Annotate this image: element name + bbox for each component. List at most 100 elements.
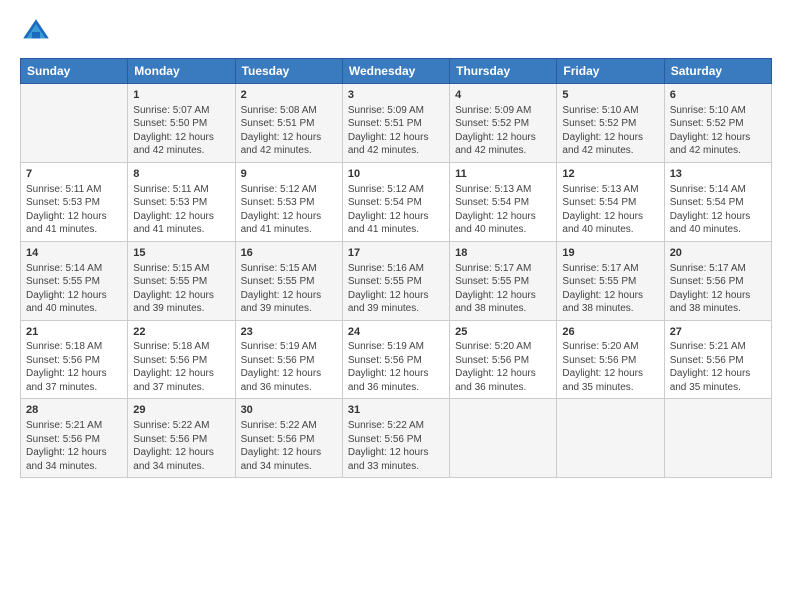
calendar-cell: 27Sunrise: 5:21 AM Sunset: 5:56 PM Dayli… [664,320,771,399]
day-info: Sunrise: 5:17 AM Sunset: 5:55 PM Dayligh… [455,262,551,316]
calendar-cell: 14Sunrise: 5:14 AM Sunset: 5:55 PM Dayli… [21,241,128,320]
day-number: 20 [670,246,766,261]
day-info: Sunrise: 5:19 AM Sunset: 5:56 PM Dayligh… [241,340,337,394]
calendar-cell: 26Sunrise: 5:20 AM Sunset: 5:56 PM Dayli… [557,320,664,399]
weekday-header-sunday: Sunday [21,59,128,84]
day-info: Sunrise: 5:08 AM Sunset: 5:51 PM Dayligh… [241,104,337,158]
calendar-cell: 18Sunrise: 5:17 AM Sunset: 5:55 PM Dayli… [450,241,557,320]
logo [20,16,56,48]
calendar-cell [450,399,557,478]
day-info: Sunrise: 5:13 AM Sunset: 5:54 PM Dayligh… [455,183,551,237]
day-number: 18 [455,246,551,261]
calendar-cell: 6Sunrise: 5:10 AM Sunset: 5:52 PM Daylig… [664,84,771,163]
day-number: 27 [670,325,766,340]
calendar-table: SundayMondayTuesdayWednesdayThursdayFrid… [20,58,772,478]
calendar-cell: 12Sunrise: 5:13 AM Sunset: 5:54 PM Dayli… [557,162,664,241]
day-info: Sunrise: 5:10 AM Sunset: 5:52 PM Dayligh… [562,104,658,158]
calendar-cell: 1Sunrise: 5:07 AM Sunset: 5:50 PM Daylig… [128,84,235,163]
day-number: 16 [241,246,337,261]
day-number: 24 [348,325,444,340]
day-info: Sunrise: 5:15 AM Sunset: 5:55 PM Dayligh… [241,262,337,316]
day-info: Sunrise: 5:22 AM Sunset: 5:56 PM Dayligh… [133,419,229,473]
weekday-row: SundayMondayTuesdayWednesdayThursdayFrid… [21,59,772,84]
calendar-cell: 23Sunrise: 5:19 AM Sunset: 5:56 PM Dayli… [235,320,342,399]
calendar-cell: 28Sunrise: 5:21 AM Sunset: 5:56 PM Dayli… [21,399,128,478]
day-info: Sunrise: 5:14 AM Sunset: 5:55 PM Dayligh… [26,262,122,316]
day-number: 8 [133,167,229,182]
day-number: 2 [241,88,337,103]
day-number: 26 [562,325,658,340]
day-number: 29 [133,403,229,418]
day-info: Sunrise: 5:11 AM Sunset: 5:53 PM Dayligh… [26,183,122,237]
day-number: 4 [455,88,551,103]
calendar-cell: 9Sunrise: 5:12 AM Sunset: 5:53 PM Daylig… [235,162,342,241]
calendar-cell [664,399,771,478]
calendar-cell: 31Sunrise: 5:22 AM Sunset: 5:56 PM Dayli… [342,399,449,478]
day-info: Sunrise: 5:17 AM Sunset: 5:55 PM Dayligh… [562,262,658,316]
day-number: 22 [133,325,229,340]
day-number: 17 [348,246,444,261]
day-info: Sunrise: 5:12 AM Sunset: 5:53 PM Dayligh… [241,183,337,237]
calendar-cell: 24Sunrise: 5:19 AM Sunset: 5:56 PM Dayli… [342,320,449,399]
day-number: 7 [26,167,122,182]
calendar-cell: 13Sunrise: 5:14 AM Sunset: 5:54 PM Dayli… [664,162,771,241]
day-number: 23 [241,325,337,340]
day-number: 28 [26,403,122,418]
day-number: 6 [670,88,766,103]
day-info: Sunrise: 5:13 AM Sunset: 5:54 PM Dayligh… [562,183,658,237]
day-number: 10 [348,167,444,182]
calendar-cell [557,399,664,478]
weekday-header-saturday: Saturday [664,59,771,84]
page-container: SundayMondayTuesdayWednesdayThursdayFrid… [0,0,792,488]
day-info: Sunrise: 5:16 AM Sunset: 5:55 PM Dayligh… [348,262,444,316]
day-info: Sunrise: 5:09 AM Sunset: 5:52 PM Dayligh… [455,104,551,158]
weekday-header-monday: Monday [128,59,235,84]
calendar-week-4: 21Sunrise: 5:18 AM Sunset: 5:56 PM Dayli… [21,320,772,399]
day-info: Sunrise: 5:19 AM Sunset: 5:56 PM Dayligh… [348,340,444,394]
day-info: Sunrise: 5:18 AM Sunset: 5:56 PM Dayligh… [26,340,122,394]
day-info: Sunrise: 5:10 AM Sunset: 5:52 PM Dayligh… [670,104,766,158]
day-number: 19 [562,246,658,261]
calendar-week-1: 1Sunrise: 5:07 AM Sunset: 5:50 PM Daylig… [21,84,772,163]
calendar-cell: 17Sunrise: 5:16 AM Sunset: 5:55 PM Dayli… [342,241,449,320]
calendar-header: SundayMondayTuesdayWednesdayThursdayFrid… [21,59,772,84]
calendar-cell: 8Sunrise: 5:11 AM Sunset: 5:53 PM Daylig… [128,162,235,241]
calendar-cell: 25Sunrise: 5:20 AM Sunset: 5:56 PM Dayli… [450,320,557,399]
calendar-cell: 2Sunrise: 5:08 AM Sunset: 5:51 PM Daylig… [235,84,342,163]
calendar-cell: 10Sunrise: 5:12 AM Sunset: 5:54 PM Dayli… [342,162,449,241]
weekday-header-tuesday: Tuesday [235,59,342,84]
calendar-cell: 16Sunrise: 5:15 AM Sunset: 5:55 PM Dayli… [235,241,342,320]
calendar-cell: 5Sunrise: 5:10 AM Sunset: 5:52 PM Daylig… [557,84,664,163]
day-number: 13 [670,167,766,182]
day-info: Sunrise: 5:18 AM Sunset: 5:56 PM Dayligh… [133,340,229,394]
day-number: 31 [348,403,444,418]
day-info: Sunrise: 5:15 AM Sunset: 5:55 PM Dayligh… [133,262,229,316]
day-info: Sunrise: 5:14 AM Sunset: 5:54 PM Dayligh… [670,183,766,237]
calendar-cell: 11Sunrise: 5:13 AM Sunset: 5:54 PM Dayli… [450,162,557,241]
calendar-cell: 4Sunrise: 5:09 AM Sunset: 5:52 PM Daylig… [450,84,557,163]
day-info: Sunrise: 5:21 AM Sunset: 5:56 PM Dayligh… [670,340,766,394]
day-number: 14 [26,246,122,261]
calendar-week-3: 14Sunrise: 5:14 AM Sunset: 5:55 PM Dayli… [21,241,772,320]
calendar-cell: 7Sunrise: 5:11 AM Sunset: 5:53 PM Daylig… [21,162,128,241]
day-info: Sunrise: 5:20 AM Sunset: 5:56 PM Dayligh… [562,340,658,394]
day-info: Sunrise: 5:07 AM Sunset: 5:50 PM Dayligh… [133,104,229,158]
calendar-cell: 15Sunrise: 5:15 AM Sunset: 5:55 PM Dayli… [128,241,235,320]
day-number: 5 [562,88,658,103]
day-number: 9 [241,167,337,182]
calendar-cell: 22Sunrise: 5:18 AM Sunset: 5:56 PM Dayli… [128,320,235,399]
day-number: 25 [455,325,551,340]
day-number: 21 [26,325,122,340]
day-info: Sunrise: 5:11 AM Sunset: 5:53 PM Dayligh… [133,183,229,237]
calendar-cell [21,84,128,163]
weekday-header-thursday: Thursday [450,59,557,84]
logo-icon [20,16,52,48]
day-number: 11 [455,167,551,182]
day-info: Sunrise: 5:21 AM Sunset: 5:56 PM Dayligh… [26,419,122,473]
weekday-header-friday: Friday [557,59,664,84]
day-info: Sunrise: 5:09 AM Sunset: 5:51 PM Dayligh… [348,104,444,158]
calendar-cell: 20Sunrise: 5:17 AM Sunset: 5:56 PM Dayli… [664,241,771,320]
day-info: Sunrise: 5:17 AM Sunset: 5:56 PM Dayligh… [670,262,766,316]
day-number: 30 [241,403,337,418]
page-header [20,16,772,48]
